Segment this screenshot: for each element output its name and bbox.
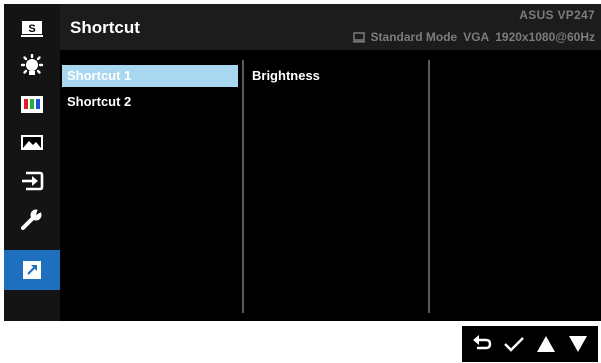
up-arrow-icon (537, 336, 555, 352)
confirm-key[interactable] (501, 331, 527, 357)
key-guide (462, 326, 598, 362)
checkmark-icon (504, 337, 524, 352)
menu-item-shortcut-1[interactable]: Shortcut 1 (62, 65, 238, 87)
osd-menu: S Shortcut ASUS VP247 Standard Mode VGA … (4, 4, 601, 321)
back-icon (473, 335, 492, 350)
wrench-icon (21, 208, 43, 230)
back-key[interactable] (469, 331, 495, 357)
menu-item-label: Shortcut 1 (67, 68, 132, 83)
input-arrow-icon (22, 171, 44, 191)
sidebar-item-input-select[interactable] (4, 162, 60, 200)
column-divider (428, 60, 430, 313)
osd-content: Shortcut 1 Shortcut 2 Brightness (60, 56, 601, 321)
sidebar-item-image[interactable] (4, 124, 60, 162)
sidebar-item-system-setup[interactable] (4, 200, 60, 238)
monitor-icon (352, 31, 365, 42)
page-title: Shortcut (70, 18, 140, 37)
mode-label: Standard Mode (370, 30, 458, 44)
shortcut-arrow-icon (23, 261, 41, 279)
down-arrow-icon (569, 336, 587, 352)
menu-item-shortcut-2[interactable]: Shortcut 2 (62, 91, 238, 113)
landscape-image-icon (21, 135, 43, 150)
sidebar-item-blue-light-filter[interactable] (4, 48, 60, 86)
menu-item-label: Shortcut 2 (67, 94, 132, 109)
status-bar: Standard Mode VGA 1920x1080@60Hz (352, 30, 595, 44)
sidebar-item-shortcut[interactable] (4, 250, 60, 290)
down-key[interactable] (565, 331, 591, 357)
sidebar-item-splendid[interactable]: S (4, 10, 60, 48)
up-key[interactable] (533, 331, 559, 357)
input-label: VGA (463, 30, 490, 44)
model-name: ASUS VP247 (519, 8, 595, 22)
osd-sidebar: S (4, 4, 60, 321)
splendid-s-icon: S (21, 21, 43, 37)
submenu-value[interactable]: Brightness (252, 68, 320, 83)
sidebar-item-color[interactable] (4, 86, 60, 124)
resolution-label: 1920x1080@60Hz (495, 30, 595, 44)
light-bulb-icon (20, 54, 44, 75)
column-divider (242, 60, 244, 313)
osd-header: Shortcut ASUS VP247 Standard Mode VGA 19… (60, 4, 601, 50)
color-bars-icon (21, 96, 43, 113)
svg-text:S: S (28, 23, 35, 35)
